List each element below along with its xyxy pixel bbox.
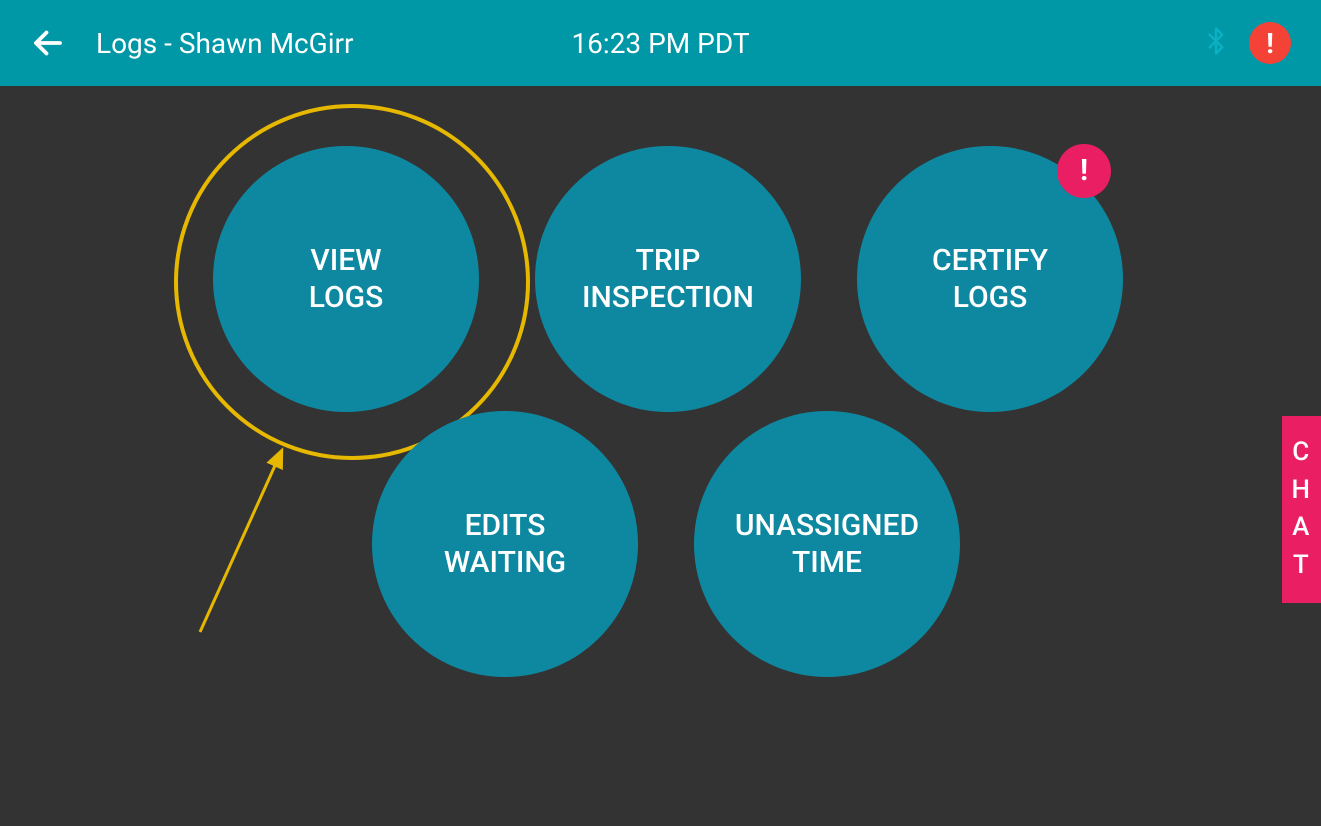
chat-letter: T bbox=[1293, 547, 1310, 585]
header-right: ! bbox=[1201, 22, 1291, 64]
trip-inspection-label: TRIP INSPECTION bbox=[582, 242, 754, 317]
arrow-annotation bbox=[186, 442, 306, 646]
chat-letter: A bbox=[1292, 509, 1310, 547]
view-logs-label: VIEW LOGS bbox=[309, 242, 384, 317]
button-row-bottom: EDITS WAITING UNASSIGNED TIME bbox=[372, 411, 960, 677]
app-header: Logs - Shawn McGirr 16:23 PM PDT ! bbox=[0, 0, 1321, 86]
certify-logs-button[interactable]: CERTIFY LOGS ! bbox=[857, 146, 1123, 412]
edits-waiting-label: EDITS WAITING bbox=[444, 507, 566, 582]
view-logs-button[interactable]: VIEW LOGS bbox=[213, 146, 479, 412]
back-button[interactable] bbox=[30, 25, 66, 61]
unassigned-time-label: UNASSIGNED TIME bbox=[735, 507, 919, 582]
bluetooth-icon[interactable] bbox=[1201, 24, 1231, 62]
certify-logs-label: CERTIFY LOGS bbox=[932, 242, 1048, 317]
button-row-top: VIEW LOGS TRIP INSPECTION CERTIFY LOGS ! bbox=[213, 146, 1123, 412]
page-title: Logs - Shawn McGirr bbox=[96, 27, 354, 60]
header-time: 16:23 PM PDT bbox=[571, 27, 749, 60]
edits-waiting-button[interactable]: EDITS WAITING bbox=[372, 411, 638, 677]
back-arrow-icon bbox=[30, 25, 66, 61]
certify-alert-badge: ! bbox=[1057, 144, 1111, 198]
header-alert-badge[interactable]: ! bbox=[1249, 22, 1291, 64]
unassigned-time-button[interactable]: UNASSIGNED TIME bbox=[694, 411, 960, 677]
certify-alert-icon: ! bbox=[1080, 152, 1088, 190]
main-content: VIEW LOGS TRIP INSPECTION CERTIFY LOGS !… bbox=[0, 86, 1321, 826]
chat-tab[interactable]: C H A T bbox=[1282, 416, 1321, 603]
chat-letter: H bbox=[1292, 472, 1311, 510]
chat-letter: C bbox=[1292, 434, 1310, 472]
alert-icon: ! bbox=[1266, 27, 1274, 60]
trip-inspection-button[interactable]: TRIP INSPECTION bbox=[535, 146, 801, 412]
